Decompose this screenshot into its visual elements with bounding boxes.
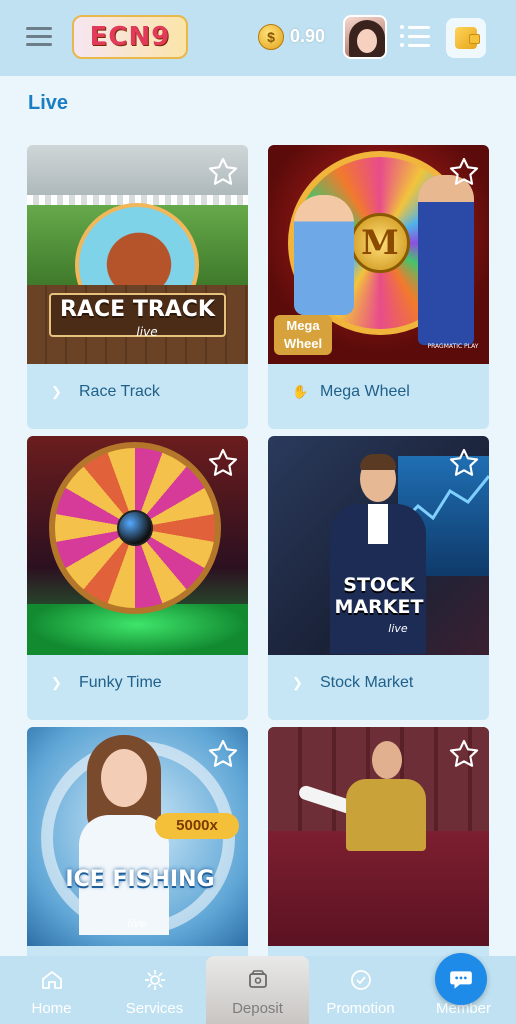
arrow-icon: ❯ bbox=[292, 675, 303, 690]
chat-support-icon[interactable] bbox=[435, 953, 487, 1005]
game-art-subtitle: live bbox=[136, 325, 158, 339]
favorite-star-icon[interactable] bbox=[206, 737, 240, 771]
nav-label: Home bbox=[31, 1000, 72, 1017]
game-card-funky-time[interactable]: ❯ Funky Time bbox=[27, 436, 248, 720]
home-icon bbox=[41, 971, 62, 989]
game-label-bar: ❯ Funky Time bbox=[27, 655, 248, 711]
game-label-bar: ❯ Stock Market bbox=[268, 655, 489, 711]
services-icon bbox=[144, 970, 165, 990]
coin-icon: $ bbox=[258, 24, 284, 50]
wallet-icon[interactable] bbox=[446, 18, 486, 58]
favorite-star-icon[interactable] bbox=[206, 155, 240, 189]
game-art-subtitle: live bbox=[127, 917, 147, 930]
nav-home[interactable]: Home bbox=[0, 956, 103, 1024]
game-art-title: Mega Wheel bbox=[274, 315, 332, 355]
favorite-star-icon[interactable] bbox=[447, 155, 481, 189]
hamburger-menu-icon[interactable] bbox=[26, 27, 52, 47]
game-art-title: STOCK MARKET bbox=[334, 574, 424, 618]
game-card-race-track[interactable]: RACE TRACK live ❯ Race Track bbox=[27, 145, 248, 429]
game-card-mega-wheel[interactable]: M Mega Wheel PRAGMATIC PLAY ✋ Mega Wheel bbox=[268, 145, 489, 429]
game-name: Mega Wheel bbox=[320, 383, 410, 400]
list-menu-icon[interactable] bbox=[400, 25, 432, 49]
arrow-icon: ❯ bbox=[51, 675, 62, 690]
game-label-bar: ✋ Mega Wheel bbox=[268, 364, 489, 420]
logo-text: ECN9 bbox=[89, 22, 171, 52]
game-name: Race Track bbox=[79, 383, 160, 400]
game-name: Funky Time bbox=[79, 674, 162, 691]
nav-label: Services bbox=[125, 1000, 184, 1017]
favorite-star-icon[interactable] bbox=[447, 737, 481, 771]
nav-deposit[interactable]: Deposit bbox=[206, 956, 309, 1024]
user-avatar[interactable] bbox=[343, 15, 387, 59]
promotion-icon bbox=[350, 970, 371, 990]
game-label-bar: ❯ Race Track bbox=[27, 364, 248, 420]
favorite-star-icon[interactable] bbox=[447, 446, 481, 480]
game-name: Stock Market bbox=[320, 674, 414, 691]
nav-promotion[interactable]: Promotion bbox=[309, 956, 412, 1024]
section-title: Live bbox=[28, 92, 69, 114]
provider-label: PRAGMATIC PLAY bbox=[427, 343, 479, 350]
favorite-star-icon[interactable] bbox=[206, 446, 240, 480]
wallet-balance: 0.90 bbox=[290, 26, 326, 46]
brand-logo[interactable]: ECN9 bbox=[72, 15, 188, 59]
nav-services[interactable]: Services bbox=[103, 956, 206, 1024]
arrow-icon: ❯ bbox=[51, 384, 62, 399]
game-card-stock-market[interactable]: STOCK MARKET live ❯ Stock Market bbox=[268, 436, 489, 720]
game-art-title: ICE FISHING bbox=[65, 867, 215, 892]
nav-label: Deposit bbox=[232, 1000, 283, 1017]
top-header: ECN9 $ 0.90 bbox=[0, 0, 516, 76]
multiplier-badge: 5000x bbox=[155, 813, 239, 839]
nav-label: Promotion bbox=[326, 1000, 395, 1017]
game-art-subtitle: live bbox=[388, 622, 408, 635]
hand-icon: ✋ bbox=[292, 384, 309, 399]
deposit-icon bbox=[248, 970, 267, 988]
game-art-title: RACE TRACK bbox=[60, 297, 215, 322]
